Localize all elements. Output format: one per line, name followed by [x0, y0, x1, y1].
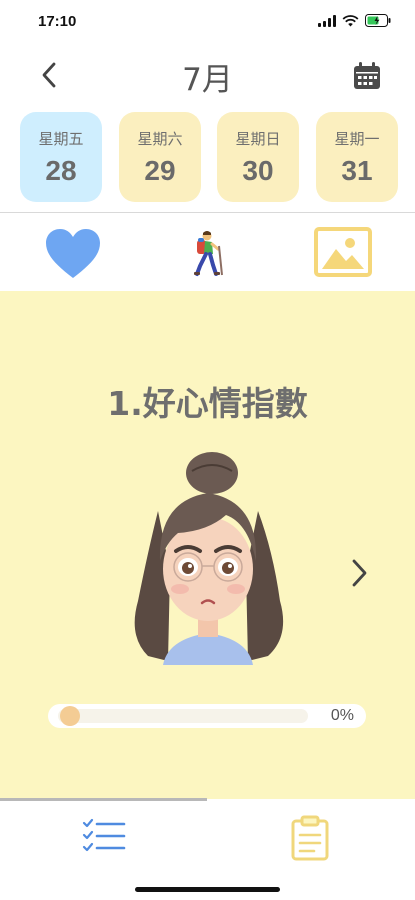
hiker-icon — [194, 231, 223, 276]
battery-charging-icon — [365, 14, 391, 27]
bottom-nav — [0, 801, 415, 900]
calendar-button[interactable] — [351, 60, 383, 92]
checklist-button[interactable] — [82, 816, 126, 856]
clipboard-icon — [291, 815, 329, 861]
day-card-31[interactable]: 星期一 31 — [316, 112, 398, 202]
tab-photo[interactable] — [314, 227, 372, 277]
day-weekday: 星期一 — [334, 130, 380, 148]
status-icons — [318, 14, 391, 27]
nav-header: 7月 — [0, 44, 415, 106]
day-date: 31 — [341, 155, 373, 186]
mood-card: 1.好心情指數 0% — [0, 291, 415, 799]
home-indicator — [135, 887, 280, 892]
day-weekday: 星期五 — [38, 130, 84, 148]
status-time: 17:10 — [38, 13, 77, 30]
clipboard-button[interactable] — [290, 815, 330, 861]
day-card-30[interactable]: 星期日 30 — [217, 112, 299, 202]
signal-icon — [318, 14, 336, 27]
tab-mood[interactable] — [44, 228, 102, 280]
photo-icon — [314, 227, 372, 277]
day-selector: 星期五 28 星期六 29 星期日 30 星期一 31 — [20, 112, 400, 204]
progress-track — [58, 709, 308, 723]
chevron-right-icon — [352, 559, 367, 587]
calendar-icon — [354, 62, 380, 89]
day-date: 30 — [242, 155, 274, 186]
day-weekday: 星期日 — [235, 130, 281, 148]
status-bar: 17:10 — [0, 0, 415, 44]
day-card-28[interactable]: 星期五 28 — [20, 112, 102, 202]
card-title: 1.好心情指數 — [107, 384, 308, 423]
progress-knob[interactable] — [60, 706, 80, 726]
worried-girl-avatar — [134, 452, 284, 665]
tab-activity[interactable] — [188, 229, 228, 277]
mode-tabs — [0, 213, 415, 291]
wifi-icon — [342, 14, 359, 26]
day-card-29[interactable]: 星期六 29 — [119, 112, 201, 202]
next-button[interactable] — [346, 555, 372, 591]
progress-label: 0% — [330, 707, 354, 724]
day-weekday: 星期六 — [137, 130, 183, 148]
day-date: 29 — [144, 155, 176, 186]
day-date: 28 — [45, 155, 77, 186]
checklist-icon — [82, 818, 126, 852]
heart-icon — [46, 229, 100, 278]
progress-slider[interactable]: 0% — [48, 704, 366, 728]
